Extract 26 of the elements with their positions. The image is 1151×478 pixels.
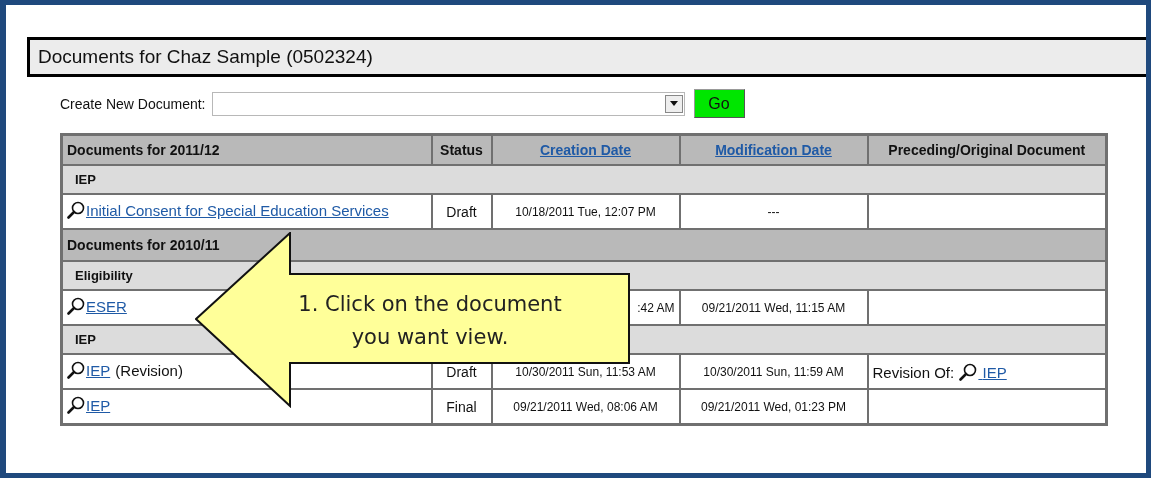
document-link[interactable]: IEP <box>86 397 111 414</box>
year-group-header: Documents for 2010/11 <box>61 229 1107 261</box>
column-header[interactable]: Modification Date <box>679 134 868 165</box>
creation-date-cell: 09/21/2011 Wed, 08:06 AM <box>491 389 680 425</box>
modification-date-cell: 09/21/2011 Wed, 11:15 AM <box>679 290 868 325</box>
column-header: Status <box>431 134 492 165</box>
revision-note: (Revision) <box>114 362 183 379</box>
original-document-link[interactable]: IEP <box>978 363 1007 381</box>
go-button[interactable]: Go <box>693 89 745 118</box>
page-title-bar: Documents for Chaz Sample (0502324) <box>27 37 1146 77</box>
modification-date-cell: 10/30/2011 Sun, 11:59 AM <box>679 354 868 389</box>
revision-of-label: Revision Of: <box>872 363 956 381</box>
create-document-label: Create New Document: <box>60 95 206 112</box>
document-link[interactable]: ESER <box>86 298 127 315</box>
status-cell: Draft <box>431 194 492 229</box>
category-header: IEP <box>61 165 1107 194</box>
sort-link[interactable]: Modification Date <box>715 142 832 158</box>
document-link[interactable]: IEP <box>86 362 111 379</box>
column-header[interactable]: Creation Date <box>491 134 680 165</box>
column-header: Documents for 2011/12 <box>61 134 432 165</box>
sort-link[interactable]: Creation Date <box>540 142 631 158</box>
creation-date-cell: 10/18/2011 Tue, 12:07 PM <box>491 194 680 229</box>
column-header: Preceding/Original Document <box>867 134 1107 165</box>
modification-date-cell: 09/21/2011 Wed, 01:23 PM <box>679 389 868 425</box>
status-cell: Final <box>431 389 492 425</box>
modification-date-cell: --- <box>679 194 868 229</box>
